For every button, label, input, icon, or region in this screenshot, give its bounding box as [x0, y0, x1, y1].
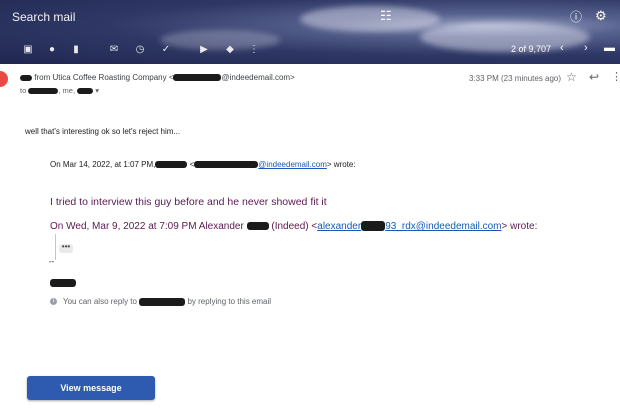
- avatar: [0, 71, 8, 87]
- mail-header-bar: Search mail ☷ ⓘ ⚙ ▣ ● ▮ ✉ ◷ ✓ ▶ ◆ ⋮ 2 of…: [0, 0, 620, 64]
- info-prefix: You can also reply to: [63, 297, 137, 306]
- redacted-text: [77, 88, 94, 95]
- message-counter: 2 of 9,707: [511, 44, 552, 54]
- redacted-text: [246, 222, 269, 231]
- recipients-line[interactable]: to , me, ▾: [20, 86, 99, 95]
- report-spam-icon[interactable]: ●: [46, 44, 58, 56]
- redacted-text: [194, 161, 259, 169]
- archive-icon[interactable]: ▣: [22, 44, 34, 56]
- label-icon[interactable]: ◆: [224, 44, 236, 56]
- redacted-text: [155, 161, 188, 169]
- view-message-button[interactable]: View message: [27, 376, 155, 400]
- mark-unread-icon[interactable]: ✉: [108, 44, 120, 56]
- chevron-right-icon[interactable]: ›: [584, 42, 588, 54]
- move-to-icon[interactable]: ▶: [198, 44, 210, 56]
- search-input[interactable]: Search mail: [12, 10, 75, 24]
- sender-email-domain: @indeedemail.com>: [221, 73, 295, 82]
- redacted-text: [20, 74, 32, 81]
- signature-separator: --: [49, 257, 55, 266]
- gear-icon[interactable]: ⚙: [595, 8, 607, 24]
- to-label: to: [20, 86, 27, 95]
- star-icon[interactable]: ☆: [566, 70, 577, 84]
- redacted-text: [50, 278, 76, 287]
- search-bar[interactable]: Search mail ☷: [0, 0, 620, 32]
- redacted-text: [173, 74, 222, 82]
- quote3-email-part: alexander: [317, 221, 362, 232]
- quote3-suffix: > wrote:: [501, 221, 538, 232]
- snooze-icon[interactable]: ◷: [134, 44, 146, 56]
- quote-header-2: On Wed, Mar 9, 2022 at 7:09 PM Alexander…: [50, 221, 537, 232]
- message-view: from Utica Coffee Roasting Company < @ind…: [0, 64, 620, 413]
- quote3-email-part: 93_rdx@indeedemail.com: [385, 221, 502, 232]
- quote3-prefix: On Wed, Mar 9, 2022 at 7:09 PM Alexander: [50, 221, 244, 232]
- quote-header-1: On Mar 14, 2022, at 1:07 PM, < @indeedema…: [50, 160, 356, 169]
- chevron-left-icon[interactable]: ‹: [560, 42, 564, 54]
- to-me: , me,: [58, 86, 76, 95]
- message-time: 3:33 PM (23 minutes ago): [469, 74, 562, 83]
- sender-line: from Utica Coffee Roasting Company < @ind…: [20, 73, 295, 82]
- show-trimmed-button[interactable]: •••: [59, 243, 73, 253]
- quote3-email[interactable]: alexander 93_rdx@indeedemail.com: [317, 221, 501, 232]
- redacted-text: [361, 221, 386, 232]
- quote1-email[interactable]: @indeedemail.com: [258, 160, 327, 169]
- quote-bar: [55, 234, 56, 260]
- delete-icon[interactable]: ▮: [70, 44, 82, 56]
- redacted-text: [139, 297, 186, 306]
- quote1-prefix: On Mar 14, 2022, at 1:07 PM,: [50, 160, 156, 169]
- more-icon[interactable]: ⋮: [611, 70, 620, 83]
- redacted-text: [28, 88, 59, 95]
- quote1-suffix: > wrote:: [326, 160, 356, 169]
- signature: [50, 274, 76, 292]
- more-icon[interactable]: ⋮: [248, 44, 260, 56]
- message-body-text: well that's interesting ok so let's reje…: [25, 127, 181, 136]
- quote3-mid: (Indeed) <: [271, 221, 318, 232]
- info-icon: i: [50, 298, 57, 306]
- input-tools-icon[interactable]: ▬: [604, 42, 615, 54]
- chevron-down-icon[interactable]: ▾: [95, 86, 99, 95]
- reply-icon[interactable]: ↩: [589, 70, 599, 84]
- add-task-icon[interactable]: ✓: [160, 44, 172, 56]
- reply-info: i You can also reply to by replying to th…: [50, 297, 271, 306]
- sender-name: from Utica Coffee Roasting Company <: [34, 73, 174, 82]
- info-suffix: by replying to this email: [187, 297, 272, 306]
- quoted-reply-text: I tried to interview this guy before and…: [50, 196, 327, 208]
- help-icon[interactable]: ⓘ: [570, 8, 582, 25]
- tune-icon[interactable]: ☷: [380, 8, 392, 24]
